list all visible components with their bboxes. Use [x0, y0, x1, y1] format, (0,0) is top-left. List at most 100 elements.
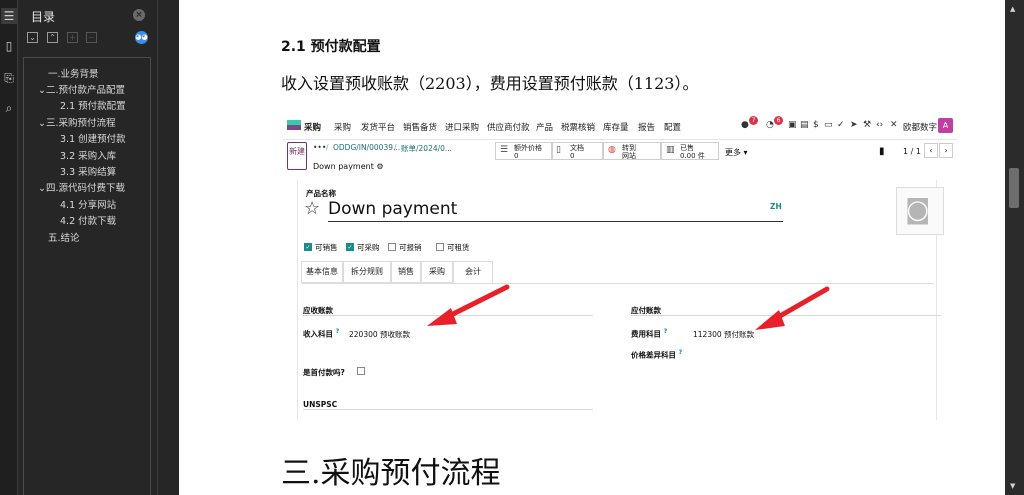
breadcrumb-item[interactable]: 账单/2024/0...: [401, 143, 452, 154]
scroll-down-icon[interactable]: ▼: [1010, 482, 1015, 490]
prev-button[interactable]: ‹: [924, 143, 938, 158]
annotation-arrow: [427, 284, 510, 326]
down-payment-checkbox[interactable]: [357, 367, 365, 375]
toc-panel: 目录 × ⌄ ⌃ + − ◕◕ 一.业务背景 ⌄二.预付款产品配置 2.1 预付…: [19, 0, 157, 495]
menu-item[interactable]: 配置: [664, 121, 681, 133]
left-icon-rail: ☰ ▯ ⎘ ⌕: [0, 0, 18, 495]
breadcrumb-sep: /: [394, 143, 397, 152]
toc-item[interactable]: 3.2 采购入库: [60, 148, 116, 162]
toc-item[interactable]: 3.3 采购结算: [60, 164, 116, 178]
toc-item[interactable]: ⌄三.采购预付流程: [38, 115, 116, 129]
section-heading: 2.1 预付款配置: [281, 39, 381, 55]
globe-icon: ◍: [608, 145, 616, 155]
next-button[interactable]: ›: [939, 143, 953, 158]
expense-account-field[interactable]: 112300 预付账款: [693, 329, 754, 340]
language-button[interactable]: ZH: [770, 202, 782, 211]
company-name[interactable]: 欧都数字: [903, 121, 937, 133]
stat-sold[interactable]: ▥ 已售 0.00 件: [661, 142, 719, 160]
stat-website[interactable]: ◍ 转到 网站: [603, 142, 661, 160]
tab-general[interactable]: 基本信息: [301, 261, 343, 283]
chart-icon: ▥: [666, 145, 675, 155]
toc-item[interactable]: 3.1 创建预付款: [60, 131, 126, 145]
odoo-navbar: 采购 采购 发货平台 销售备货 进口采购 供应商付款 产品 税票核销 库存量 报…: [283, 112, 957, 140]
checkbox-can-purchase[interactable]: ✓: [346, 243, 354, 251]
add-icon[interactable]: +: [67, 32, 78, 43]
chat-icon[interactable]: ●: [741, 120, 749, 130]
app-logo-icon: [287, 120, 301, 130]
send-icon[interactable]: ➤: [850, 120, 858, 130]
panel-divider[interactable]: [157, 0, 179, 495]
menu-item[interactable]: 供应商付款: [487, 121, 530, 133]
toc-item[interactable]: 一.业务背景: [48, 66, 99, 80]
app-name[interactable]: 采购: [304, 121, 321, 133]
menu-item[interactable]: 销售备货: [403, 121, 437, 133]
checkbox-can-rent[interactable]: [436, 243, 444, 251]
embedded-screenshot: 采购 采购 发货平台 销售备货 进口采购 供应商付款 产品 税票核销 库存量 报…: [283, 112, 957, 420]
gear-icon[interactable]: ⚙: [376, 162, 383, 171]
image-upload[interactable]: ◙: [896, 187, 944, 235]
toc-item[interactable]: ⌄四.源代码付费下载: [38, 180, 125, 194]
activity-icon[interactable]: ◔: [766, 120, 774, 130]
close-icon[interactable]: ×: [133, 9, 145, 21]
checkbox-label: 可销售: [315, 243, 338, 252]
toc-list-icon[interactable]: ☰: [1, 8, 17, 24]
menu-item[interactable]: 库存量: [603, 121, 629, 133]
menu-item[interactable]: 发货平台: [361, 121, 395, 133]
checkbox-can-expense[interactable]: [388, 243, 396, 251]
checkbox-can-sell[interactable]: ✓: [304, 243, 312, 251]
toc-list: 一.业务背景 ⌄二.预付款产品配置 2.1 预付款配置 ⌄三.采购预付流程 3.…: [23, 57, 151, 495]
menu-item[interactable]: 采购: [334, 121, 351, 133]
remove-icon[interactable]: −: [86, 32, 97, 43]
tab-purchase[interactable]: 采购: [421, 261, 453, 283]
stat-documents[interactable]: ▯ 文档 0: [551, 142, 603, 160]
toc-item[interactable]: ⌄二.预付款产品配置: [38, 82, 125, 96]
checkbox-label: 可报销: [399, 243, 422, 252]
pin-icon[interactable]: ▮: [879, 146, 885, 157]
down-payment-label: 是首付款吗?: [303, 368, 345, 377]
ai-assistant-icon[interactable]: ◕◕: [135, 31, 148, 44]
code-icon[interactable]: ‹›: [876, 120, 883, 130]
menu-item[interactable]: 进口采购: [445, 121, 479, 133]
income-account-field[interactable]: 220300 预收账款: [349, 329, 410, 340]
stat-extra-price[interactable]: ☰ 额外价格 0: [495, 142, 553, 160]
record-title: Down payment ⚙: [313, 162, 384, 171]
toc-item[interactable]: 4.2 付款下载: [60, 213, 116, 227]
toc-item[interactable]: 4.1 分享网站: [60, 197, 116, 211]
scrollbar-track[interactable]: ▲ ▼: [1005, 0, 1024, 495]
tools-icon[interactable]: ⚒: [863, 120, 871, 130]
tab-accounting[interactable]: 会计: [453, 261, 493, 283]
menu-item[interactable]: 税票核销: [561, 121, 595, 133]
settings-icon[interactable]: ✕: [890, 120, 898, 130]
tab-sales[interactable]: 销售: [391, 261, 421, 283]
new-button[interactable]: 新建: [287, 142, 307, 170]
page-icon[interactable]: ▯: [1, 38, 17, 54]
star-icon[interactable]: ☆: [304, 198, 320, 219]
scroll-up-icon[interactable]: ▲: [1010, 5, 1015, 13]
timer-icon[interactable]: ▣: [788, 120, 797, 130]
chevron-down-icon: ⌄: [38, 118, 46, 129]
bookmark-icon[interactable]: ⎘: [1, 70, 17, 86]
file-icon: ▯: [556, 145, 561, 155]
section-divider: [303, 409, 593, 410]
breadcrumb-item[interactable]: ODDG/IN/00039...: [333, 143, 400, 152]
toc-item[interactable]: 五.结论: [48, 230, 80, 244]
monitor-icon[interactable]: ▭: [824, 120, 833, 130]
breadcrumb-ellipsis[interactable]: •••: [313, 143, 326, 152]
collapse-icon[interactable]: ⌃: [47, 32, 58, 43]
income-account-label: 收入科目 ?: [303, 328, 340, 339]
toc-item[interactable]: 2.1 预付款配置: [60, 98, 126, 112]
check-icon[interactable]: ✓: [837, 120, 845, 130]
dollar-icon[interactable]: $: [813, 120, 819, 130]
avatar[interactable]: A: [938, 118, 953, 133]
tab-split-rules[interactable]: 拆分规则: [343, 261, 391, 283]
price-diff-label: 价格差异科目 ?: [631, 349, 683, 360]
product-name-field[interactable]: Down payment: [328, 199, 457, 219]
expand-icon[interactable]: ⌄: [27, 32, 38, 43]
search-icon[interactable]: ⌕: [1, 100, 17, 116]
scrollbar-thumb[interactable]: [1009, 168, 1019, 208]
menu-item[interactable]: 产品: [536, 121, 553, 133]
more-dropdown[interactable]: 更多 ▾: [725, 147, 748, 158]
chat-badge: 7: [749, 116, 758, 125]
menu-item[interactable]: 报告: [638, 121, 655, 133]
calendar-icon[interactable]: ▤: [800, 120, 809, 130]
